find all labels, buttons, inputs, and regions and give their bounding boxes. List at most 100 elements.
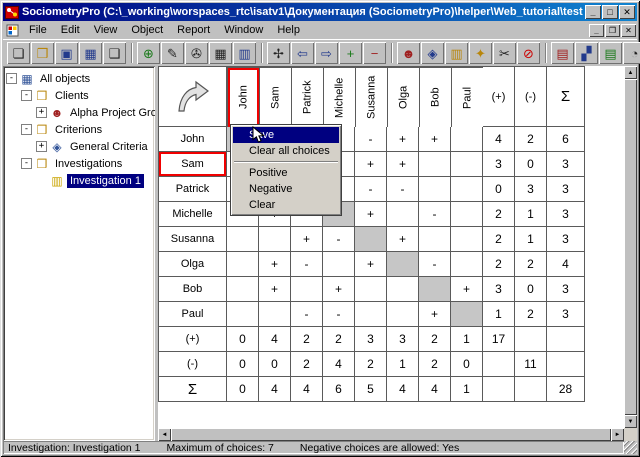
- cell-olga-minus[interactable]: 2: [515, 252, 547, 277]
- cell-olga-paul[interactable]: [451, 252, 483, 277]
- toolbar-clients-view-button[interactable]: ☻: [397, 42, 420, 64]
- vertical-scroll-thumb[interactable]: [624, 79, 637, 415]
- collapse-icon[interactable]: -: [21, 124, 32, 135]
- menubar-item-help[interactable]: Help: [270, 22, 307, 38]
- toolbar-report-chart-button[interactable]: ▞: [575, 42, 598, 64]
- minimize-button[interactable]: _: [585, 5, 601, 19]
- toolbar-investigations-view-button[interactable]: ▥: [445, 42, 468, 64]
- cell-sum-john[interactable]: 0: [227, 377, 259, 402]
- menubar-item-report[interactable]: Report: [170, 22, 217, 38]
- cell-olga-john[interactable]: [227, 252, 259, 277]
- cell-patrick-paul[interactable]: [451, 177, 483, 202]
- cell-plus-susanna[interactable]: 3: [355, 327, 387, 352]
- cell-bob-john[interactable]: [227, 277, 259, 302]
- cell-minus-michelle[interactable]: 4: [323, 352, 355, 377]
- cell-michelle-bob[interactable]: -: [419, 202, 451, 227]
- scroll-down-button[interactable]: ▼: [624, 415, 637, 428]
- toolbar-back-button[interactable]: ⇦: [291, 42, 314, 64]
- cell-minus-susanna[interactable]: 2: [355, 352, 387, 377]
- toolbar-report-list-button[interactable]: ▤: [551, 42, 574, 64]
- cell-minus-olga[interactable]: 1: [387, 352, 419, 377]
- cell-sam-susanna[interactable]: +: [355, 152, 387, 177]
- cell-michelle-minus[interactable]: 1: [515, 202, 547, 227]
- cell-plus-sam[interactable]: 4: [259, 327, 291, 352]
- cell-susanna-plus[interactable]: 2: [483, 227, 515, 252]
- context-menu-item-save[interactable]: Save: [233, 127, 339, 143]
- cell-plus-sum[interactable]: [547, 327, 585, 352]
- cell-plus-olga[interactable]: 3: [387, 327, 419, 352]
- cell-paul-sam[interactable]: [259, 302, 291, 327]
- cell-olga-bob[interactable]: -: [419, 252, 451, 277]
- cell-paul-michelle[interactable]: -: [323, 302, 355, 327]
- cell-sam-olga[interactable]: +: [387, 152, 419, 177]
- toolbar-forward-button[interactable]: ⇨: [315, 42, 338, 64]
- toolbar-add-object-button[interactable]: ⊕: [137, 42, 160, 64]
- cell-olga-susanna[interactable]: +: [355, 252, 387, 277]
- context-menu-item-positive[interactable]: Positive: [233, 165, 339, 181]
- tree-item-all-objects[interactable]: -▦All objects: [4, 70, 154, 87]
- toolbar-criteria-view-button[interactable]: ◈: [421, 42, 444, 64]
- mdi-restore-button[interactable]: ❐: [605, 24, 620, 37]
- cell-bob-paul[interactable]: +: [451, 277, 483, 302]
- toolbar-remove-choice-button[interactable]: −: [363, 42, 386, 64]
- cell-sum-paul[interactable]: 1: [451, 377, 483, 402]
- cell-michelle-susanna[interactable]: +: [355, 202, 387, 227]
- cell-sam-bob[interactable]: [419, 152, 451, 177]
- toolbar-open-button[interactable]: ❒: [31, 42, 54, 64]
- expand-icon[interactable]: +: [36, 141, 47, 152]
- cell-olga-olga[interactable]: [387, 252, 419, 277]
- context-menu-item-clear-all-choices[interactable]: Clear all choices: [233, 143, 339, 159]
- cell-bob-plus[interactable]: 3: [483, 277, 515, 302]
- cell-patrick-minus[interactable]: 3: [515, 177, 547, 202]
- cell-michelle-paul[interactable]: [451, 202, 483, 227]
- cell-paul-sum[interactable]: 3: [547, 302, 585, 327]
- cell-plus-plus[interactable]: 17: [483, 327, 515, 352]
- tree-item-alpha-project-group[interactable]: +☻Alpha Project Group: [4, 104, 154, 121]
- cell-paul-olga[interactable]: [387, 302, 419, 327]
- vertical-scrollbar[interactable]: ▲ ▼: [624, 66, 637, 428]
- toolbar-save-button[interactable]: ▣: [55, 42, 78, 64]
- cell-minus-patrick[interactable]: 2: [291, 352, 323, 377]
- cell-john-susanna[interactable]: -: [355, 127, 387, 152]
- cell-paul-minus[interactable]: 2: [515, 302, 547, 327]
- cell-sum-michelle[interactable]: 6: [323, 377, 355, 402]
- cell-paul-paul[interactable]: [451, 302, 483, 327]
- cell-susanna-john[interactable]: [227, 227, 259, 252]
- toolbar-edit-object-button[interactable]: ✎: [161, 42, 184, 64]
- tree-item-general-criteria[interactable]: +◈General Criteria: [4, 138, 154, 155]
- close-button[interactable]: ✕: [619, 5, 635, 19]
- cell-paul-plus[interactable]: 1: [483, 302, 515, 327]
- cell-susanna-paul[interactable]: [451, 227, 483, 252]
- scroll-right-button[interactable]: ►: [611, 428, 624, 441]
- expand-icon[interactable]: +: [36, 107, 47, 118]
- horizontal-scrollbar[interactable]: ◄ ►: [158, 428, 624, 441]
- collapse-icon[interactable]: -: [6, 73, 17, 84]
- cell-olga-patrick[interactable]: -: [291, 252, 323, 277]
- cell-sum-susanna[interactable]: 5: [355, 377, 387, 402]
- menubar-item-edit[interactable]: Edit: [54, 22, 87, 38]
- tree-item-investigation-1[interactable]: ▥Investigation 1: [4, 172, 154, 189]
- cell-susanna-bob[interactable]: [419, 227, 451, 252]
- collapse-icon[interactable]: -: [21, 158, 32, 169]
- cell-michelle-plus[interactable]: 2: [483, 202, 515, 227]
- toolbar-tools-button[interactable]: ✢: [267, 42, 290, 64]
- cell-sam-minus[interactable]: 0: [515, 152, 547, 177]
- cell-sum-sum[interactable]: 28: [547, 377, 585, 402]
- horizontal-scroll-thumb[interactable]: [171, 428, 611, 441]
- cell-paul-susanna[interactable]: [355, 302, 387, 327]
- cell-plus-minus[interactable]: [515, 327, 547, 352]
- cell-minus-minus[interactable]: 11: [515, 352, 547, 377]
- cell-john-bob[interactable]: +: [419, 127, 451, 152]
- toolbar-cut-button[interactable]: ✂: [493, 42, 516, 64]
- cell-sum-minus[interactable]: [515, 377, 547, 402]
- cell-minus-paul[interactable]: 0: [451, 352, 483, 377]
- cell-plus-bob[interactable]: 2: [419, 327, 451, 352]
- cell-bob-bob[interactable]: [419, 277, 451, 302]
- cell-sum-bob[interactable]: 4: [419, 377, 451, 402]
- tree-item-investigations[interactable]: -❒Investigations: [4, 155, 154, 172]
- cell-sum-patrick[interactable]: 4: [291, 377, 323, 402]
- tree-item-criterions[interactable]: -❒Criterions: [4, 121, 154, 138]
- mdi-minimize-button[interactable]: _: [589, 24, 604, 37]
- cell-sam-paul[interactable]: [451, 152, 483, 177]
- cell-sum-plus[interactable]: [483, 377, 515, 402]
